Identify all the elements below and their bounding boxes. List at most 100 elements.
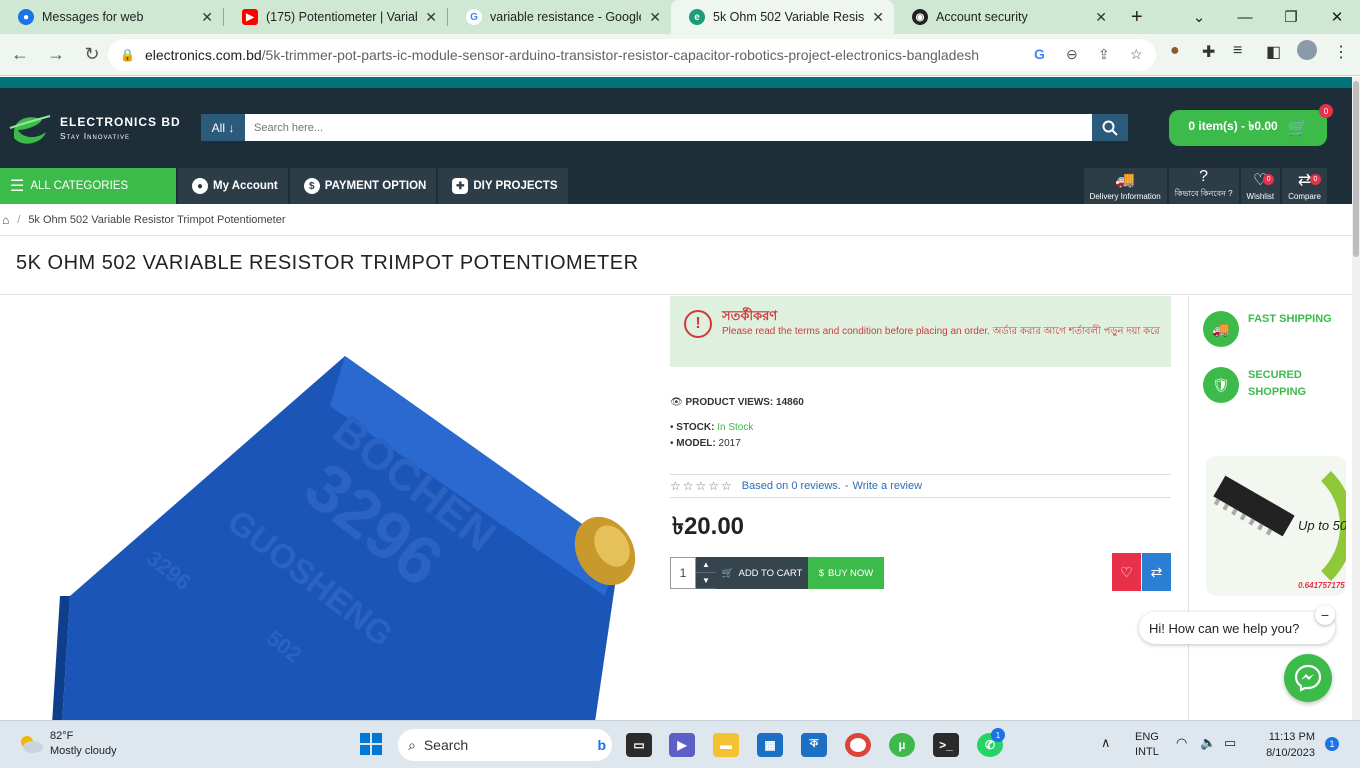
delivery-information-link[interactable]: 🚚 Delivery Information: [1083, 168, 1167, 204]
tab-github[interactable]: ◉ Account security ✕: [894, 0, 1117, 34]
notification-badge[interactable]: 1: [1325, 737, 1339, 751]
store-icon[interactable]: ▦: [757, 733, 783, 757]
messages-icon: ●: [18, 9, 34, 25]
tool-label: Delivery Information: [1089, 192, 1161, 201]
volume-icon[interactable]: 🔈: [1200, 735, 1216, 751]
reviews-link[interactable]: Based on 0 reviews.: [742, 480, 841, 492]
site-logo[interactable]: ELECTRONICS BD Stay Innovative: [8, 108, 181, 148]
tab-search-icon[interactable]: ⌄: [1176, 8, 1222, 26]
decrement-icon[interactable]: ▼: [696, 573, 716, 589]
cart-icon: 🛒: [1287, 120, 1308, 137]
home-icon[interactable]: ⌂: [2, 213, 9, 227]
url-host: electronics.com.bd: [144, 47, 262, 63]
search-category-label: All: [211, 120, 225, 135]
close-icon[interactable]: ✕: [425, 9, 437, 26]
new-tab-button[interactable]: +: [1131, 6, 1143, 29]
menu-payment-option[interactable]: $ PAYMENT OPTION: [289, 168, 437, 204]
search-button[interactable]: [1092, 114, 1128, 141]
menu-label: My Account: [213, 180, 278, 192]
url-field[interactable]: 🔒 electronics.com.bd/5k-trimmer-pot-part…: [108, 39, 1156, 71]
wifi-icon[interactable]: ◠: [1176, 735, 1187, 751]
how-to-buy-link[interactable]: ? কিভাবে কিনবেন ?: [1168, 168, 1239, 204]
forward-icon[interactable]: →: [40, 44, 72, 65]
all-categories-button[interactable]: ☰ ALL CATEGORIES: [0, 168, 176, 204]
reload-icon[interactable]: ↻: [76, 44, 108, 65]
add-to-cart-button[interactable]: 🛒 ADD TO CART: [716, 557, 808, 589]
add-to-compare-button[interactable]: ⇄: [1142, 553, 1171, 591]
system-clock[interactable]: 11:13 PM 8/10/2023: [1255, 729, 1315, 761]
views-label: PRODUCT VIEWS:: [685, 397, 774, 408]
chrome-icon[interactable]: [845, 733, 871, 757]
close-icon[interactable]: ✕: [201, 9, 213, 26]
add-to-wishlist-button[interactable]: ♡: [1112, 553, 1141, 591]
buy-now-button[interactable]: $ BUY NOW: [808, 557, 884, 589]
bangla-keyboard-icon[interactable]: ক: [801, 733, 827, 757]
exclamation-icon: !: [684, 310, 712, 338]
messenger-button[interactable]: [1284, 654, 1332, 702]
stock-label: STOCK:: [676, 422, 715, 433]
chat-prompt-bubble[interactable]: Hi! How can we help you?: [1139, 612, 1335, 644]
compare-link[interactable]: ⇄ Compare 0: [1282, 168, 1327, 204]
battery-icon[interactable]: ▭: [1224, 735, 1236, 751]
menu-kebab-icon[interactable]: ⋮: [1333, 42, 1349, 62]
tab-title: (175) Potentiometer | Variabl: [266, 10, 418, 24]
task-view-icon[interactable]: ▭: [626, 733, 652, 757]
window-controls: ⌄ — ❐ ✕: [1176, 0, 1360, 34]
share-icon[interactable]: ⇪: [1098, 46, 1110, 63]
cart-button[interactable]: 0 item(s) - ৳0.00 🛒 0: [1169, 104, 1333, 146]
tab-google[interactable]: G variable resistance - Google S ✕: [448, 0, 671, 34]
write-review-link[interactable]: Write a review: [853, 480, 922, 492]
quantity-input[interactable]: 1: [670, 557, 696, 589]
page-scrollbar[interactable]: [1352, 77, 1360, 720]
show-hidden-icons[interactable]: ∧: [1101, 735, 1111, 751]
cookie-extension-icon[interactable]: ●: [1170, 42, 1180, 60]
chat-close-button[interactable]: −: [1315, 605, 1335, 625]
side-panel-icon[interactable]: ◧: [1266, 42, 1281, 62]
tab-youtube[interactable]: ▶ (175) Potentiometer | Variabl ✕: [224, 0, 447, 34]
restore-button[interactable]: ❐: [1268, 8, 1314, 26]
back-icon[interactable]: ←: [4, 44, 36, 65]
profile-avatar[interactable]: [1297, 40, 1317, 60]
tab-messages[interactable]: ● Messages for web ✕: [0, 0, 223, 34]
feature-label: SECURED SHOPPING: [1248, 369, 1307, 398]
increment-icon[interactable]: ▲: [696, 557, 716, 573]
quantity-stepper: ▲ ▼: [696, 557, 716, 589]
close-icon[interactable]: ✕: [1095, 9, 1107, 26]
close-icon[interactable]: ✕: [649, 9, 661, 26]
extensions-puzzle-icon[interactable]: ✚: [1202, 42, 1215, 62]
menu-my-account[interactable]: ● My Account: [178, 168, 288, 204]
heart-icon: ♡: [1120, 563, 1133, 580]
utorrent-icon[interactable]: µ: [889, 733, 915, 757]
cart-badge: 0: [1319, 104, 1333, 118]
wishlist-link[interactable]: ♡ Wishlist 0: [1240, 168, 1281, 204]
promo-banner[interactable]: Up to 50% off ! 0.641757175: [1206, 456, 1346, 596]
zoom-icon[interactable]: ⊖: [1066, 46, 1078, 63]
file-explorer-icon[interactable]: ▬: [713, 733, 739, 757]
tab-title: Messages for web: [42, 10, 144, 24]
input-language[interactable]: ENG INTL: [1135, 730, 1159, 760]
product-image[interactable]: BOCHEN 3296 GUOSHENG 3296 502: [0, 296, 668, 720]
tool-label: Compare: [1288, 192, 1321, 201]
site-top-strip: [0, 77, 1352, 88]
start-button[interactable]: [358, 731, 384, 757]
url-path: /5k-trimmer-pot-parts-ic-module-sensor-a…: [261, 47, 980, 63]
bookmark-star-icon[interactable]: ☆: [1130, 46, 1143, 63]
scrollbar-thumb[interactable]: [1353, 81, 1359, 257]
weather-widget[interactable]: 82°F Mostly cloudy: [18, 729, 117, 759]
teams-icon[interactable]: ▶: [669, 733, 695, 757]
tab-product-active[interactable]: e 5k Ohm 502 Variable Resistor ✕: [671, 0, 894, 34]
lock-icon[interactable]: 🔒: [120, 48, 135, 62]
minimize-button[interactable]: —: [1222, 9, 1268, 26]
google-lens-icon[interactable]: G: [1034, 46, 1045, 62]
dollar-icon: $: [818, 567, 825, 579]
close-window-button[interactable]: ✕: [1314, 8, 1360, 26]
reading-list-icon[interactable]: ≡: [1233, 42, 1242, 60]
search-category-select[interactable]: All ↓: [201, 114, 245, 141]
breadcrumb-current[interactable]: 5k Ohm 502 Variable Resistor Trimpot Pot…: [28, 214, 285, 226]
close-icon[interactable]: ✕: [872, 9, 884, 26]
search-input[interactable]: [245, 114, 1092, 141]
cloudy-icon: [21, 736, 43, 753]
taskbar-search[interactable]: ⌕ Search b: [398, 729, 612, 761]
terminal-icon[interactable]: >_: [933, 733, 959, 757]
menu-diy-projects[interactable]: ✚ DIY PROJECTS: [438, 168, 568, 204]
